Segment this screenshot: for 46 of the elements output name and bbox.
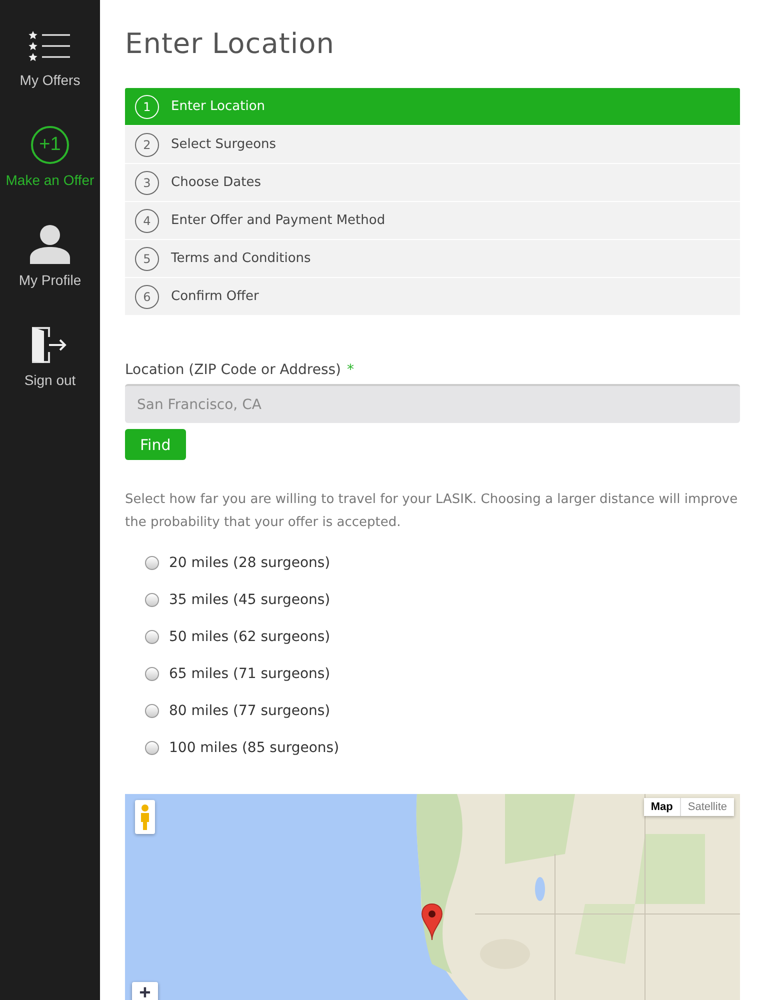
radio-button[interactable]	[145, 593, 159, 607]
radio-label[interactable]: 35 miles (45 surgeons)	[169, 592, 330, 608]
wizard-step[interactable]: 6 Confirm Offer	[125, 278, 740, 316]
distance-hint: Select how far you are willing to travel for your LASIK. Choosing a larger distance will improve the probability that your offer is accepted.	[125, 491, 739, 532]
sidebar-item[interactable]: My Profile	[0, 200, 100, 300]
step-label: Select Surgeons	[171, 137, 276, 152]
wizard-step[interactable]: 2 Select Surgeons	[125, 126, 740, 164]
plus-one-icon: +1	[31, 126, 69, 164]
street-view-figure-icon[interactable]	[135, 800, 155, 834]
step-label: Terms and Conditions	[171, 251, 311, 266]
radio-button[interactable]	[145, 667, 159, 681]
wizard-step[interactable]: 3 Choose Dates	[125, 164, 740, 202]
map-type-option[interactable]: Map	[644, 798, 680, 816]
sidebar-item[interactable]: +1 Make an Offer	[0, 100, 100, 200]
map-type-option[interactable]: Satellite	[680, 798, 734, 816]
step-number-icon: 1	[135, 94, 159, 118]
step-label: Confirm Offer	[171, 289, 259, 304]
radio-label[interactable]: 65 miles (71 surgeons)	[169, 666, 330, 682]
step-number-icon: 5	[135, 246, 159, 270]
person-icon	[29, 224, 71, 264]
step-number-icon: 2	[135, 132, 159, 156]
radio-button[interactable]	[145, 630, 159, 644]
page-title: Enter Location	[125, 27, 336, 62]
step-label: Choose Dates	[171, 175, 261, 190]
radio-label[interactable]: 80 miles (77 surgeons)	[169, 703, 330, 719]
wizard-step[interactable]: 4 Enter Offer and Payment Method	[125, 202, 740, 240]
starred-list-icon	[28, 30, 72, 64]
location-field[interactable]: San Francisco, CA	[125, 384, 740, 423]
map-marker-icon[interactable]	[421, 903, 443, 941]
required-mark: *	[347, 362, 354, 378]
sidebar-item[interactable]: Sign out	[0, 300, 100, 400]
zoom-in-button[interactable]: +	[132, 982, 158, 1000]
step-number-icon: 4	[135, 208, 159, 232]
radio-button[interactable]	[145, 556, 159, 570]
step-number-icon: 6	[135, 284, 159, 308]
field-label: Location (ZIP Code or Address)	[125, 362, 342, 378]
sidebar-item[interactable]: My Offers	[0, 0, 100, 100]
wizard-step[interactable]: 5 Terms and Conditions	[125, 240, 740, 278]
step-label: Enter Offer and Payment Method	[171, 213, 386, 228]
radio-label[interactable]: 20 miles (28 surgeons)	[169, 555, 330, 571]
step-label: Enter Location	[171, 99, 266, 114]
radio-button[interactable]	[145, 741, 159, 755]
radio-button[interactable]	[145, 704, 159, 718]
step-number-icon: 3	[135, 170, 159, 194]
radio-label[interactable]: 100 miles (85 surgeons)	[169, 740, 340, 756]
radio-label[interactable]: 50 miles (62 surgeons)	[169, 629, 330, 645]
